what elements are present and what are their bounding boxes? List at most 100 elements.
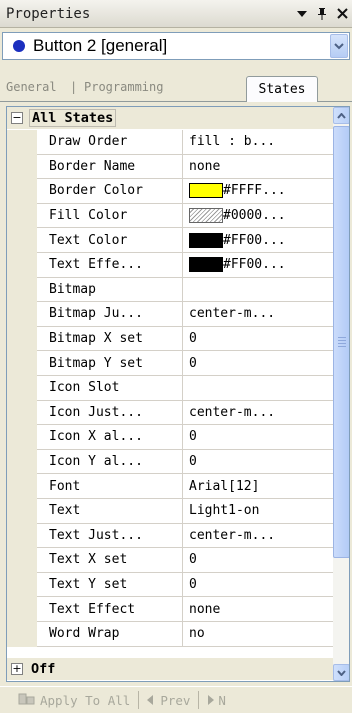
collapse-icon[interactable]: − [11,112,23,124]
object-selector-dropdown[interactable]: Button 2 [general] [2,32,350,60]
property-name: Icon Slot [37,376,183,401]
color-swatch [189,208,223,224]
row-gutter [7,277,37,303]
property-value[interactable]: #FF00... [183,253,333,278]
expand-icon[interactable]: + [11,663,23,675]
category-all-states[interactable]: − All States [7,107,333,129]
property-name: Icon Just... [37,400,183,426]
property-value[interactable]: 0 [183,548,333,573]
scroll-down-icon[interactable] [333,664,349,681]
tab-programming[interactable]: Programming [84,80,163,94]
next-button[interactable]: N [207,693,226,708]
property-value[interactable]: center-m... [183,302,333,327]
row-gutter [7,622,37,647]
property-name: Bitmap [37,277,183,303]
property-value-text: #FFFF... [223,183,286,199]
category-off[interactable]: + Off [7,658,333,680]
apply-icon [18,692,36,709]
property-row[interactable]: Draw Order fill : b... [7,130,333,155]
property-value[interactable] [183,278,333,303]
object-bullet-icon [13,40,25,52]
scrollbar-thumb[interactable] [333,126,349,558]
property-value[interactable]: Arial[12] [183,474,333,499]
property-name: Text Color [37,228,183,253]
property-value[interactable]: fill : b... [183,130,333,155]
property-value[interactable]: none [183,155,333,180]
tab-general[interactable]: General [6,80,57,94]
property-row[interactable]: Bitmap [7,277,333,303]
property-value-text: 0 [189,454,197,470]
property-value-text: none [189,158,221,174]
property-name: Bitmap X set [37,326,183,352]
property-value-text: Arial[12] [189,478,260,494]
close-icon[interactable] [332,4,352,24]
property-row[interactable]: Icon Just... center-m... [7,400,333,426]
property-row[interactable]: Bitmap Y set 0 [7,351,333,376]
property-name: Text Effect [37,597,183,622]
property-value[interactable]: #0000... [183,204,333,229]
property-value-text: center-m... [189,306,276,322]
property-value[interactable]: 0 [183,425,333,450]
chevron-down-icon[interactable] [330,34,348,58]
property-value[interactable]: no [183,622,333,647]
property-row[interactable]: Text Just... center-m... [7,523,333,549]
scroll-up-icon[interactable] [333,107,349,124]
property-value[interactable]: Light1-on [183,499,333,524]
property-value-text: 0 [189,331,197,347]
property-value[interactable]: #FFFF... [183,179,333,204]
property-row[interactable]: Text X set 0 [7,548,333,573]
property-name: Icon X al... [37,425,183,450]
row-gutter [7,376,37,401]
prev-button[interactable]: Prev [147,693,190,708]
tab-states[interactable]: States [246,76,318,102]
property-row[interactable]: Text Light1-on [7,499,333,524]
property-name: Draw Order [37,130,183,155]
toolbar-divider [198,691,200,709]
property-row[interactable]: Icon Slot [7,376,333,401]
property-value[interactable]: center-m... [183,401,333,426]
property-value[interactable]: none [183,597,333,622]
property-row[interactable]: Text Y set 0 [7,572,333,598]
panel-menu-icon[interactable] [292,4,312,24]
property-value[interactable] [183,376,333,401]
property-value-text: fill : b... [189,134,276,150]
row-gutter [7,548,37,573]
property-value-text: center-m... [189,404,276,420]
property-row[interactable]: Text Color #FF00... [7,228,333,253]
property-value-text: no [189,626,205,642]
row-gutter [7,572,37,598]
property-row[interactable]: Text Effect none [7,597,333,622]
property-row[interactable]: Icon Y al... 0 [7,449,333,475]
property-value-text: Light1-on [189,503,260,519]
property-row[interactable]: Bitmap X set 0 [7,326,333,352]
property-row[interactable]: Bitmap Ju... center-m... [7,302,333,327]
row-gutter [7,228,37,253]
property-name: Font [37,474,183,499]
property-value-text: 0 [189,552,197,568]
property-row[interactable]: Icon X al... 0 [7,425,333,450]
color-swatch [189,257,223,273]
property-row[interactable]: Word Wrap no [7,622,333,647]
property-name: Border Name [37,154,183,180]
vertical-scrollbar[interactable] [333,107,349,681]
property-value[interactable]: #FF00... [183,228,333,253]
property-value[interactable]: 0 [183,573,333,598]
property-value[interactable]: 0 [183,450,333,475]
property-row[interactable]: Border Name none [7,154,333,180]
property-value[interactable]: 0 [183,351,333,376]
apply-to-all-button[interactable]: Apply To All [18,692,130,709]
property-value-text: #FF00... [223,232,286,248]
property-value[interactable]: 0 [183,327,333,352]
property-value-text: center-m... [189,527,276,543]
property-value[interactable]: center-m... [183,524,333,549]
pin-icon[interactable] [312,4,332,24]
property-row[interactable]: Text Effe... #FF00... [7,253,333,278]
arrow-right-icon [207,693,215,708]
property-row[interactable]: Font Arial[12] [7,474,333,499]
property-name: Fill Color [37,203,183,229]
property-row[interactable]: Fill Color #0000... [7,203,333,229]
property-row[interactable]: Border Color #FFFF... [7,179,333,204]
property-value-text: none [189,601,221,617]
property-grid: − All States Draw Order fill : b... Border… [6,106,350,682]
property-name: Text Y set [37,572,183,598]
